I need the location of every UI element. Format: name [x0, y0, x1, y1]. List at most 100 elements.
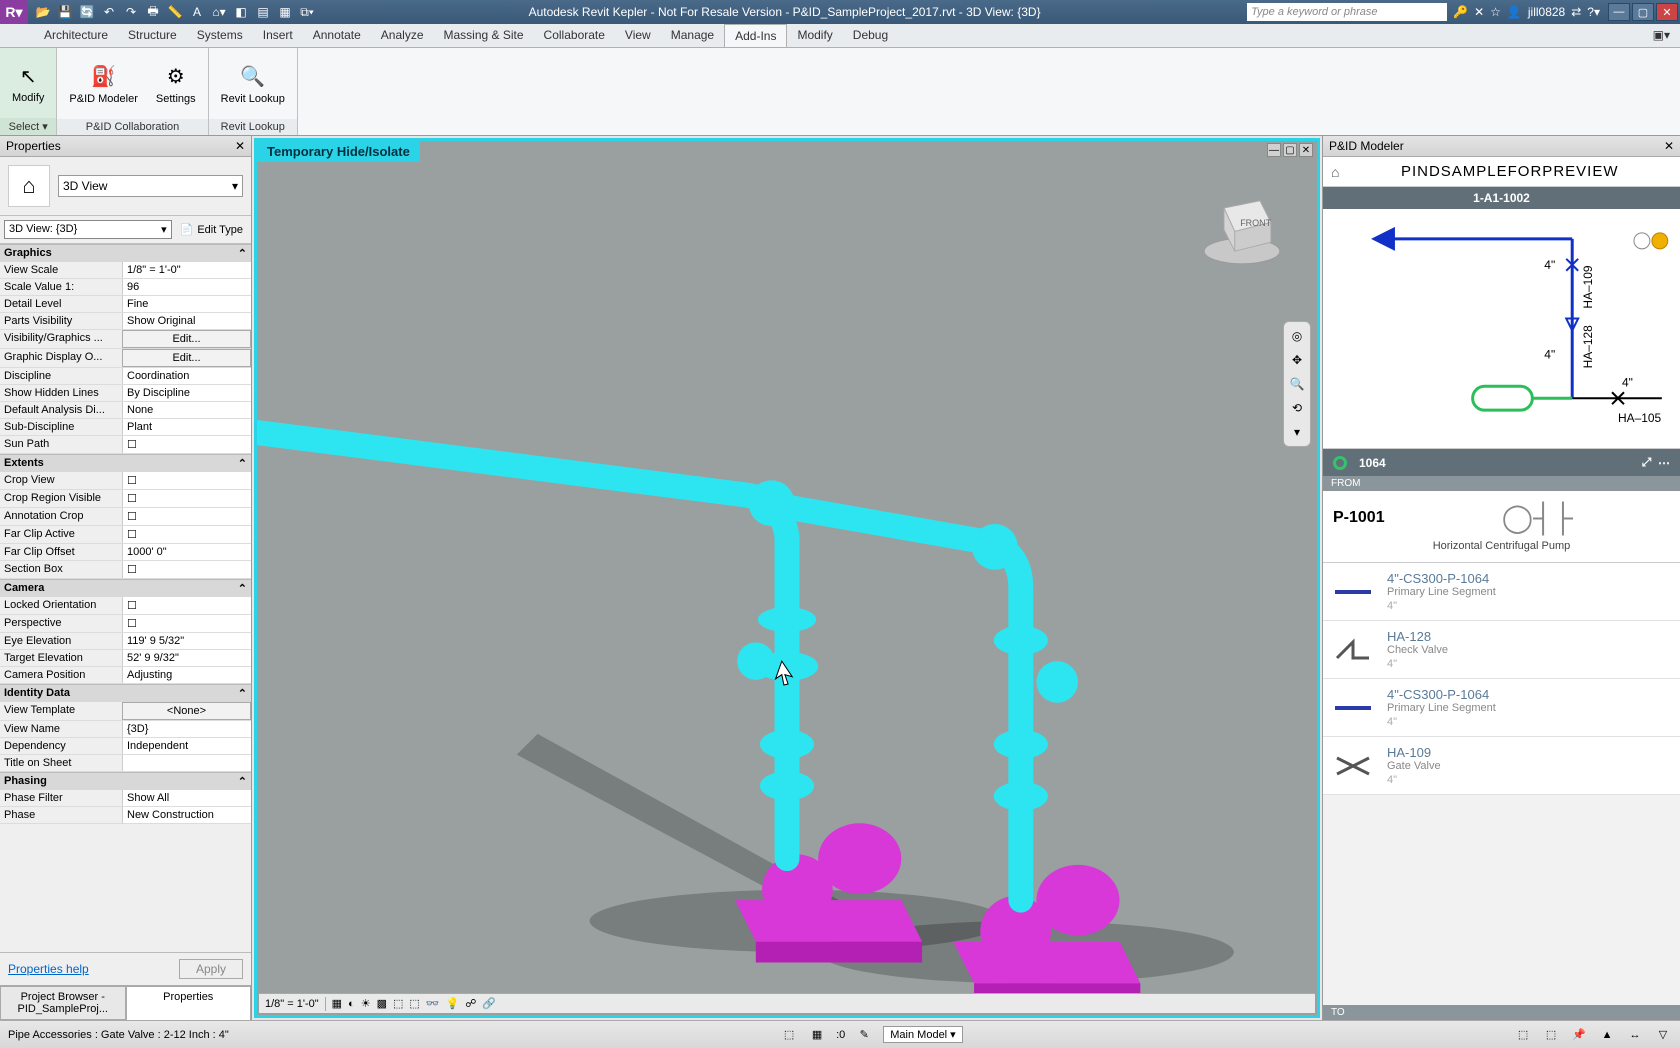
tab-systems[interactable]: Systems [187, 24, 253, 47]
tab-properties[interactable]: Properties [126, 986, 252, 1020]
reveal-icon[interactable]: 💡 [446, 997, 460, 1010]
undo-icon[interactable]: ↶ [100, 3, 118, 21]
prop-value[interactable] [122, 508, 251, 525]
section-icon[interactable]: ◧ [232, 3, 250, 21]
close-hidden-icon[interactable]: ▦ [276, 3, 294, 21]
viewport-3d[interactable]: Temporary Hide/Isolate — ▢ ✕ [254, 138, 1320, 1018]
viewcube[interactable]: FRONT [1197, 181, 1287, 271]
prop-value[interactable]: {3D} [122, 721, 251, 737]
wheel-icon[interactable]: ◎ [1286, 326, 1308, 346]
prop-value[interactable] [122, 615, 251, 632]
prop-category[interactable]: Identity Data⌃ [0, 684, 251, 702]
detail-level-icon[interactable]: ▦ [332, 997, 342, 1010]
visual-style-icon[interactable]: ◐ [348, 998, 355, 1010]
select-face-icon[interactable]: ▲ [1598, 1026, 1616, 1044]
save-icon[interactable]: 💾 [56, 3, 74, 21]
view-scale[interactable]: 1/8" = 1'-0" [265, 998, 319, 1010]
properties-help-link[interactable]: Properties help [8, 962, 89, 976]
ribbon-collapse-icon[interactable]: ▣▾ [1643, 24, 1680, 47]
prop-category[interactable]: Graphics⌃ [0, 244, 251, 262]
prop-value[interactable] [122, 472, 251, 489]
prop-value[interactable]: <None> [122, 702, 251, 720]
prop-value[interactable]: New Construction [122, 807, 251, 823]
print-icon[interactable]: 🖶 [144, 3, 162, 21]
pid-line-row[interactable]: 1064 ⤢ ⋯ [1323, 449, 1680, 476]
prop-value[interactable] [122, 755, 251, 771]
modify-button[interactable]: ↖Modify [8, 60, 48, 106]
apply-button[interactable]: Apply [179, 959, 243, 979]
tab-collaborate[interactable]: Collaborate [534, 24, 615, 47]
line-menu-icon[interactable]: ⋯ [1658, 456, 1670, 470]
select-underlay-icon[interactable]: ⬚ [1542, 1026, 1560, 1044]
prop-value[interactable] [122, 597, 251, 614]
crop-icon[interactable]: ⬚ [409, 997, 419, 1010]
prop-value[interactable]: Plant [122, 419, 251, 435]
user-icon[interactable]: 👤 [1507, 5, 1522, 19]
pid-close-icon[interactable]: ✕ [1664, 139, 1674, 153]
prop-value[interactable]: Edit... [122, 330, 251, 348]
tab-architecture[interactable]: Architecture [34, 24, 118, 47]
tab-project-browser[interactable]: Project Browser - PID_SampleProj... [0, 986, 126, 1020]
pan-icon[interactable]: ✥ [1286, 350, 1308, 370]
tab-view[interactable]: View [615, 24, 661, 47]
tab-debug[interactable]: Debug [843, 24, 898, 47]
close-button[interactable]: ✕ [1656, 3, 1678, 21]
prop-value[interactable]: 119' 9 5/32" [122, 633, 251, 649]
prop-value[interactable]: 1/8" = 1'-0" [122, 262, 251, 278]
measure-icon[interactable]: 📏 [166, 3, 184, 21]
select-pinned-icon[interactable]: 📌 [1570, 1026, 1588, 1044]
worksharing-icon[interactable]: ☍ [465, 997, 476, 1010]
instance-combo[interactable]: 3D View: {3D}▾ [4, 220, 172, 239]
tab-modify[interactable]: Modify [787, 24, 842, 47]
zoom-icon[interactable]: 🔍 [1286, 374, 1308, 394]
3d-icon[interactable]: ⌂▾ [210, 3, 228, 21]
open-icon[interactable]: 📂 [34, 3, 52, 21]
prop-value[interactable]: Edit... [122, 349, 251, 367]
sunpath-icon[interactable]: ☀ [361, 997, 371, 1010]
pid-settings-button[interactable]: ⚙Settings [152, 61, 200, 107]
pid-drawing-name[interactable]: 1-A1-1002 [1323, 187, 1680, 209]
redo-icon[interactable]: ↷ [122, 3, 140, 21]
tab-manage[interactable]: Manage [661, 24, 724, 47]
switch-win-icon[interactable]: ⧉▾ [298, 3, 316, 21]
tab-analyze[interactable]: Analyze [371, 24, 434, 47]
exchange-icon[interactable]: ✕ [1474, 5, 1484, 19]
pump-block[interactable]: P-1001 ◯┤├ Horizontal Centrifugal Pump [1323, 491, 1680, 563]
edit-type-button[interactable]: 📄Edit Type [176, 220, 247, 239]
properties-close-icon[interactable]: ✕ [235, 139, 245, 153]
worksets-icon[interactable]: ▦ [808, 1026, 826, 1044]
minimize-button[interactable]: — [1608, 3, 1630, 21]
maximize-button[interactable]: ▢ [1632, 3, 1654, 21]
prop-category[interactable]: Extents⌃ [0, 454, 251, 472]
prop-category[interactable]: Camera⌃ [0, 579, 251, 597]
prop-value[interactable]: Adjusting [122, 667, 251, 683]
constraints-icon[interactable]: 🔗 [482, 997, 496, 1010]
tab-annotate[interactable]: Annotate [303, 24, 371, 47]
prop-value[interactable]: By Discipline [122, 385, 251, 401]
text-icon[interactable]: A [188, 3, 206, 21]
tab-insert[interactable]: Insert [253, 24, 303, 47]
nav-more-icon[interactable]: ▾ [1286, 422, 1308, 442]
prop-value[interactable]: 96 [122, 279, 251, 295]
prop-value[interactable]: 52' 9 9/32" [122, 650, 251, 666]
tab-structure[interactable]: Structure [118, 24, 187, 47]
prop-value[interactable]: Show All [122, 790, 251, 806]
prop-category[interactable]: Phasing⌃ [0, 772, 251, 790]
shadows-icon[interactable]: ▩ [377, 997, 387, 1010]
pid-item[interactable]: HA-128Check Valve4" [1323, 621, 1680, 679]
render-icon[interactable]: ⬚ [393, 997, 403, 1010]
filter-icon[interactable]: ▽ [1654, 1026, 1672, 1044]
hide-isolate-icon[interactable]: 👓 [426, 997, 440, 1010]
select-links-icon[interactable]: ⬚ [1514, 1026, 1532, 1044]
prop-value[interactable] [122, 436, 251, 453]
prop-value[interactable] [122, 526, 251, 543]
sheet-icon[interactable]: ▤ [254, 3, 272, 21]
home-icon[interactable]: ⌂ [1331, 164, 1339, 180]
prop-value[interactable]: 1000' 0" [122, 544, 251, 560]
pid-diagram[interactable]: 4" HA–109 HA–128 4" 4" HA–105 [1323, 209, 1680, 449]
pid-item[interactable]: 4"-CS300-P-1064Primary Line Segment4" [1323, 563, 1680, 621]
tab-massing[interactable]: Massing & Site [434, 24, 534, 47]
prop-value[interactable]: Show Original [122, 313, 251, 329]
app-menu-button[interactable]: R▾ [0, 0, 28, 24]
signin-icon[interactable]: 🔑 [1453, 5, 1468, 19]
